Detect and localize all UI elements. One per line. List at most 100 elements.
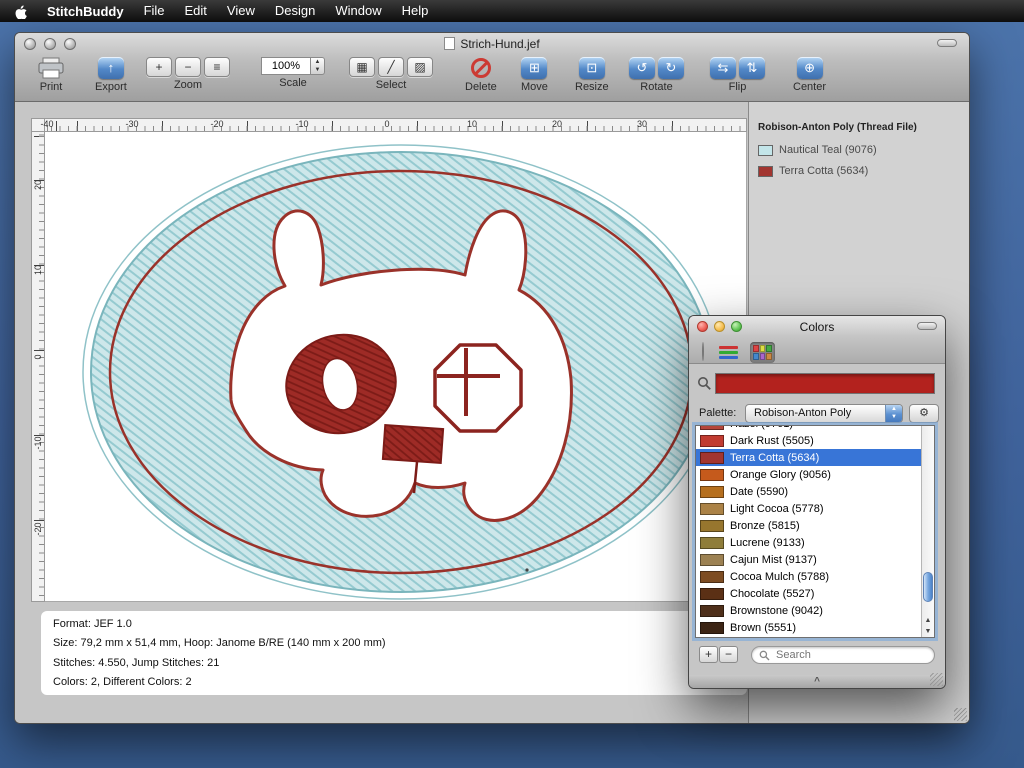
color-swatch — [700, 520, 724, 532]
zoom-out-button[interactable]: − — [175, 57, 201, 77]
resize-button[interactable]: ⊡ Resize — [575, 57, 609, 93]
remove-color-button[interactable]: − — [719, 646, 738, 663]
palette-color-row[interactable]: Light Cocoa (5778) — [696, 500, 921, 517]
color-swatch — [700, 452, 724, 464]
move-button[interactable]: ⊞ Move — [521, 57, 548, 93]
export-label: Export — [95, 81, 127, 93]
menu-design[interactable]: Design — [265, 0, 325, 22]
color-name: Brownstone (9042) — [730, 605, 823, 617]
thread-name: Terra Cotta (5634) — [779, 165, 868, 177]
toolbar-toggle-pill[interactable] — [937, 39, 957, 47]
embroidery-canvas[interactable] — [45, 132, 747, 602]
scroll-up-arrow[interactable]: ▲ — [922, 615, 934, 626]
current-color-well[interactable] — [715, 373, 935, 394]
center-icon: ⊕ — [797, 57, 823, 79]
thread-swatch — [758, 166, 773, 177]
menu-edit[interactable]: Edit — [175, 0, 217, 22]
palette-color-row[interactable]: Brownstone (9042) — [696, 602, 921, 619]
delete-icon — [471, 58, 491, 78]
color-palettes-tab[interactable] — [750, 342, 775, 363]
menu-help[interactable]: Help — [392, 0, 439, 22]
print-label: Print — [40, 81, 63, 93]
scroll-down-arrow[interactable]: ▼ — [922, 626, 934, 637]
palette-color-row[interactable]: Dark Rust (5505) — [696, 432, 921, 449]
palette-color-row[interactable]: Hazel (9761) — [696, 425, 921, 432]
zoom-in-button[interactable]: + — [146, 57, 172, 77]
colors-resize-grip[interactable] — [930, 673, 943, 686]
info-size: Size: 79,2 mm x 51,4 mm, Hoop: Janome B/… — [53, 637, 735, 649]
palette-color-row[interactable]: Brown (5551) — [696, 619, 921, 636]
embroidery-design[interactable] — [45, 132, 747, 602]
palette-popup[interactable]: Robison-Anton Poly ▲▼ — [745, 404, 903, 423]
color-swatch — [700, 486, 724, 498]
flip-horizontal-button[interactable]: ⇆ — [710, 57, 736, 79]
scale-input[interactable] — [261, 57, 311, 75]
zoom-group: + − ≡ Zoom — [146, 57, 230, 91]
apple-menu-icon[interactable] — [14, 4, 27, 19]
color-swatch — [700, 571, 724, 583]
palette-color-row[interactable]: Orange Glory (9056) — [696, 466, 921, 483]
select-label: Select — [376, 79, 407, 91]
menu-bar: StitchBuddy File Edit View Design Window… — [0, 0, 1024, 22]
window-chrome[interactable]: Strich-Hund.jef Print ↑ Export + − — [15, 33, 969, 102]
palette-color-row[interactable]: Date (5590) — [696, 483, 921, 500]
thread-swatch — [758, 145, 773, 156]
info-colors: Colors: 2, Different Colors: 2 — [53, 676, 735, 688]
select-group: ▦ ╱ ▨ Select — [349, 57, 433, 91]
palette-color-row-selected[interactable]: Terra Cotta (5634) — [696, 449, 921, 466]
rotate-right-button[interactable]: ↻ — [658, 57, 684, 79]
colors-window: Colors Palette: Robison-Anton Poly ▲▼ ⚙ — [688, 315, 946, 689]
flip-vertical-button[interactable]: ⇅ — [739, 57, 765, 79]
palette-color-list[interactable]: Hazel (9761) Dark Rust (5505) Terra Cott… — [695, 425, 935, 638]
list-scrollbar[interactable]: ▲ ▼ — [921, 426, 934, 637]
color-wheel-tab[interactable] — [699, 340, 707, 364]
move-label: Move — [521, 81, 548, 93]
colors-window-title: Colors — [689, 320, 945, 334]
menu-window[interactable]: Window — [325, 0, 391, 22]
palette-color-row[interactable]: Cajun Mist (9137) — [696, 551, 921, 568]
rotate-left-button[interactable]: ↺ — [629, 57, 655, 79]
select-marquee-button[interactable]: ▦ — [349, 57, 375, 77]
thread-item[interactable]: Terra Cotta (5634) — [758, 165, 868, 177]
move-icon: ⊞ — [521, 57, 547, 79]
menu-app-name[interactable]: StitchBuddy — [37, 4, 134, 19]
ruler-label-v: 20 — [33, 175, 43, 195]
color-name: Cajun Mist (9137) — [730, 554, 817, 566]
ruler-label-h: 10 — [467, 119, 477, 129]
color-sliders-tab[interactable] — [716, 342, 741, 363]
color-swatch — [700, 588, 724, 600]
palette-action-button[interactable]: ⚙ — [909, 404, 939, 423]
color-swatch — [700, 537, 724, 549]
print-button[interactable]: Print — [37, 57, 65, 93]
export-button[interactable]: ↑ Export — [95, 57, 127, 93]
delete-button[interactable]: Delete — [465, 57, 497, 93]
color-swatch — [700, 503, 724, 515]
thread-item[interactable]: Nautical Teal (9076) — [758, 144, 877, 156]
menu-view[interactable]: View — [217, 0, 265, 22]
palette-color-row[interactable]: Cocoa Mulch (5788) — [696, 568, 921, 585]
palette-color-row[interactable]: Chocolate (5527) — [696, 585, 921, 602]
scale-label: Scale — [279, 77, 307, 89]
palette-color-row[interactable]: Lucrene (9133) — [696, 534, 921, 551]
window-title: Strich-Hund.jef — [15, 37, 969, 51]
menu-file[interactable]: File — [134, 0, 175, 22]
ruler-label-h: -10 — [295, 119, 308, 129]
gear-icon: ⚙ — [919, 407, 929, 419]
color-search-input[interactable] — [751, 646, 935, 664]
toolbar-toggle-pill[interactable] — [917, 322, 937, 330]
window-resize-grip[interactable] — [954, 708, 967, 721]
collapse-arrow-icon[interactable]: ^ — [814, 676, 820, 688]
scrollbar-thumb[interactable] — [923, 572, 933, 602]
scale-stepper[interactable]: ▲▼ — [311, 57, 325, 75]
center-button[interactable]: ⊕ Center — [793, 57, 826, 93]
colors-window-chrome[interactable]: Colors — [689, 316, 945, 364]
zoom-fit-button[interactable]: ≡ — [204, 57, 230, 77]
color-swatch — [700, 435, 724, 447]
add-color-button[interactable]: + — [699, 646, 718, 663]
palette-color-row[interactable]: Bronze (5815) — [696, 517, 921, 534]
info-format: Format: JEF 1.0 — [53, 618, 735, 630]
palette-icon — [753, 345, 772, 360]
scale-group: ▲▼ Scale — [261, 57, 325, 89]
select-brush-button[interactable]: ▨ — [407, 57, 433, 77]
select-wand-button[interactable]: ╱ — [378, 57, 404, 77]
